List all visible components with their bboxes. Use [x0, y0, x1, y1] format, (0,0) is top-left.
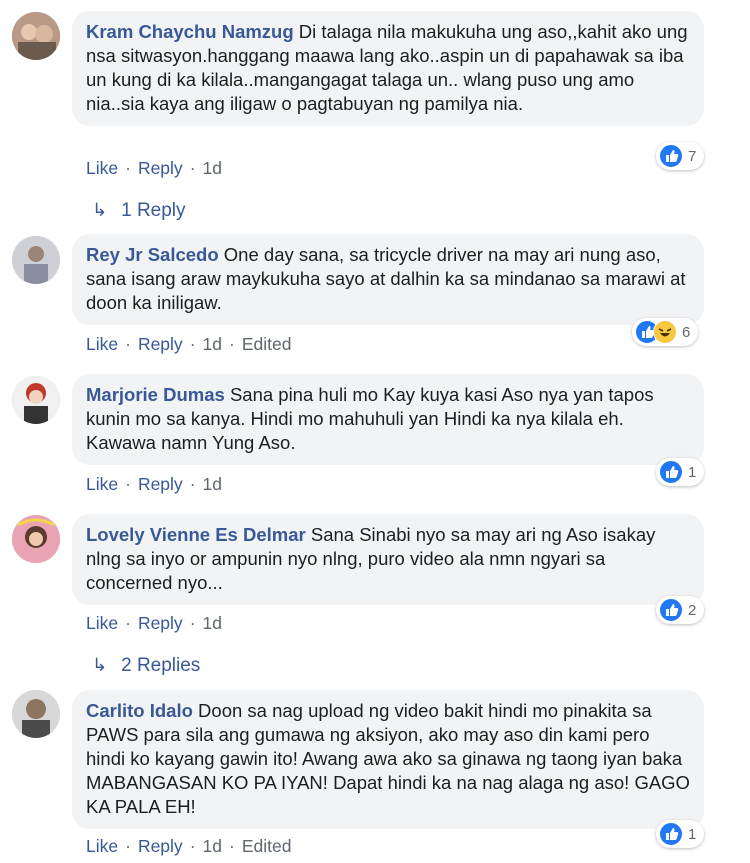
reaction-summary[interactable]: 1 [656, 820, 705, 848]
view-replies-link[interactable]: ↳ 1 Reply [92, 200, 186, 222]
reaction-summary[interactable]: 7 [656, 142, 705, 170]
reaction-count: 6 [682, 323, 691, 341]
comment-timestamp[interactable]: 1d [203, 836, 222, 857]
thumbs-up-icon [659, 460, 683, 484]
comment-actions: Like · Reply · 1d [86, 613, 222, 634]
edited-label[interactable]: Edited [242, 836, 292, 857]
like-link[interactable]: Like [86, 613, 118, 634]
like-link[interactable]: Like [86, 158, 118, 179]
reaction-summary[interactable]: 1 [656, 458, 705, 486]
comment-author[interactable]: Rey Jr Salcedo [86, 244, 219, 265]
comment-bubble: Marjorie Dumas Sana pina huli mo Kay kuy… [72, 374, 704, 465]
edited-label[interactable]: Edited [242, 334, 292, 355]
reaction-summary[interactable]: 2 [656, 596, 705, 624]
reply-link[interactable]: Reply [138, 158, 183, 179]
comment-bubble: Lovely Vienne Es Delmar Sana Sinabi nyo … [72, 514, 704, 605]
reply-link[interactable]: Reply [138, 334, 183, 355]
comment-actions: Like · Reply · 1d · Edited [86, 836, 292, 857]
like-link[interactable]: Like [86, 334, 118, 355]
like-link[interactable]: Like [86, 836, 118, 857]
avatar[interactable] [12, 515, 60, 563]
reply-arrow-icon: ↳ [92, 200, 108, 220]
thumbs-up-icon [659, 144, 683, 168]
reply-arrow-icon: ↳ [92, 655, 108, 675]
comment-timestamp[interactable]: 1d [203, 334, 222, 355]
comment-bubble: Kram Chaychu Namzug Di talaga nila makuk… [72, 11, 704, 126]
reaction-count: 1 [688, 825, 697, 843]
thumbs-up-icon [659, 822, 683, 846]
reaction-count: 2 [688, 601, 697, 619]
comment-bubble: Rey Jr Salcedo One day sana, sa tricycle… [72, 234, 704, 325]
replies-count-label[interactable]: 2 Replies [121, 655, 200, 676]
avatar[interactable] [12, 12, 60, 60]
view-replies-link[interactable]: ↳ 2 Replies [92, 655, 200, 677]
reply-link[interactable]: Reply [138, 836, 183, 857]
avatar[interactable] [12, 690, 60, 738]
comment-actions: Like · Reply · 1d [86, 474, 222, 495]
comment-timestamp[interactable]: 1d [203, 158, 222, 179]
thumbs-up-icon [659, 598, 683, 622]
avatar[interactable] [12, 376, 60, 424]
reaction-count: 7 [688, 147, 697, 165]
reply-link[interactable]: Reply [138, 613, 183, 634]
comment-actions: Like · Reply · 1d [86, 158, 222, 179]
comment-author[interactable]: Marjorie Dumas [86, 384, 225, 405]
reaction-count: 1 [688, 463, 697, 481]
comment-author[interactable]: Lovely Vienne Es Delmar [86, 524, 306, 545]
comment-timestamp[interactable]: 1d [203, 613, 222, 634]
like-link[interactable]: Like [86, 474, 118, 495]
replies-count-label[interactable]: 1 Reply [121, 200, 185, 221]
reply-link[interactable]: Reply [138, 474, 183, 495]
avatar[interactable] [12, 236, 60, 284]
comment-author[interactable]: Kram Chaychu Namzug [86, 21, 294, 42]
comment-author[interactable]: Carlito Idalo [86, 700, 193, 721]
comment-actions: Like · Reply · 1d · Edited [86, 334, 292, 355]
reaction-summary[interactable]: 6 [632, 318, 699, 346]
comment-bubble: Carlito Idalo Doon sa nag upload ng vide… [72, 690, 704, 829]
haha-face-icon [653, 320, 677, 344]
comment-timestamp[interactable]: 1d [203, 474, 222, 495]
